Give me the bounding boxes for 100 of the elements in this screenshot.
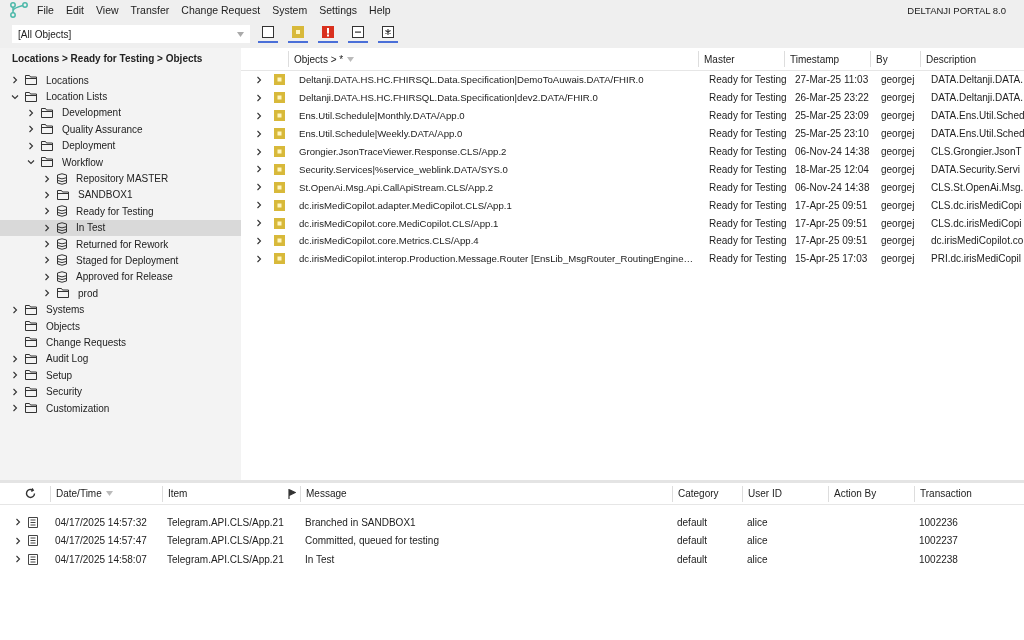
tree-item[interactable]: Deployment <box>0 137 241 154</box>
chevron-right-icon[interactable] <box>43 272 51 281</box>
column-header[interactable]: User ID <box>742 485 828 502</box>
table-cell-text: DATA.Ens.Util.Sched <box>930 110 1024 122</box>
column-header[interactable]: Master <box>698 51 784 67</box>
database-icon <box>57 254 67 267</box>
object-icon <box>274 253 285 265</box>
tree-item[interactable]: Quality Assurance <box>0 121 241 138</box>
tree-item[interactable]: Locations <box>0 72 241 89</box>
dropdown-caret-icon <box>237 31 244 37</box>
tree-item[interactable]: Workflow <box>0 153 241 171</box>
menu-item[interactable]: View <box>96 4 119 16</box>
menu-item[interactable]: Settings <box>319 4 358 16</box>
refresh-icon[interactable] <box>25 488 36 499</box>
flag-icon[interactable] <box>288 488 296 499</box>
tree-item[interactable]: Customization <box>0 399 241 417</box>
table-cell-text: Ens.Util.Schedule|Monthly.DATA/App.0 <box>298 110 466 122</box>
chevron-right-icon[interactable] <box>11 354 19 363</box>
chevron-down-icon[interactable] <box>27 158 35 167</box>
chevron-right-icon[interactable] <box>11 387 19 396</box>
tree-item[interactable]: Objects <box>0 317 241 335</box>
chevron-right-icon[interactable] <box>43 256 51 265</box>
database-icon <box>57 172 67 185</box>
tree-item[interactable]: Approved for Release <box>0 268 241 286</box>
folder-icon <box>25 370 37 381</box>
column-header[interactable]: Category <box>672 485 742 502</box>
alert-square-icon <box>322 26 334 38</box>
scope-select[interactable]: [All Objects] <box>12 25 250 43</box>
table-cell-text: georgej <box>880 181 916 193</box>
chevron-right-icon[interactable] <box>43 240 51 249</box>
folder-icon <box>25 321 37 332</box>
folder-icon <box>25 337 37 348</box>
table-cell-text: georgej <box>880 217 916 229</box>
table-cell-text: Ready for Testing <box>708 235 788 247</box>
column-header[interactable]: Timestamp <box>784 51 870 67</box>
table-cell-text: Deltanji.DATA.HS.HC.FHIRSQL.Data.Specification|DemoToAuwais.DATA/FHIR.0 <box>298 74 645 86</box>
column-header[interactable]: Action By <box>828 485 914 502</box>
menu-item[interactable]: File <box>37 4 54 16</box>
chevron-right-icon[interactable] <box>11 404 19 412</box>
chevron-right-icon[interactable] <box>43 174 51 183</box>
filter-button[interactable] <box>348 25 368 43</box>
table-cell-text: Ready for Testing <box>708 146 788 157</box>
menu-item[interactable]: Help <box>369 4 391 16</box>
tree-item[interactable]: Location Lists <box>0 88 241 105</box>
chevron-right-icon[interactable] <box>11 371 19 380</box>
chevron-right-icon[interactable] <box>43 223 51 232</box>
chevron-down-icon[interactable] <box>11 92 19 101</box>
filter-button[interactable] <box>378 25 398 43</box>
tree-item[interactable]: Systems <box>0 301 241 318</box>
chevron-right-icon[interactable] <box>11 76 19 85</box>
tree-item[interactable]: Audit Log <box>0 350 241 368</box>
chevron-right-icon[interactable] <box>14 555 22 564</box>
table-cell: Committed, queued for testing <box>305 535 439 547</box>
chevron-right-icon[interactable] <box>43 190 51 199</box>
table-cell-text: georgej <box>880 128 916 140</box>
tree-item[interactable]: Returned for Rework <box>0 235 241 253</box>
tree-item[interactable]: Repository MASTER <box>0 170 241 187</box>
filter-button[interactable] <box>258 25 278 43</box>
table-cell-text: 25-Mar-25 23:09 <box>794 110 870 122</box>
column-header[interactable]: Description <box>920 51 1024 67</box>
chevron-right-icon[interactable] <box>27 125 35 134</box>
chevron-right-icon[interactable] <box>27 141 35 150</box>
table-cell-text: Ready for Testing <box>708 128 788 140</box>
menu-item[interactable]: Edit <box>65 4 84 16</box>
table-cell-text: CLS.Grongier.JsonT <box>930 146 1023 157</box>
chevron-right-icon[interactable] <box>43 289 51 298</box>
tree-item[interactable]: Setup <box>0 367 241 384</box>
menu-item[interactable]: Change Request <box>181 4 261 16</box>
table-cell-text: georgej <box>880 235 916 247</box>
minus-square-icon <box>352 26 364 38</box>
tree-item[interactable]: Security <box>0 383 241 400</box>
tree-item[interactable]: In Test <box>0 219 241 236</box>
column-header[interactable]: Transaction <box>914 485 1014 502</box>
column-header[interactable]: Date/Time <box>50 485 162 502</box>
column-header[interactable]: Objects > * <box>288 51 698 67</box>
tree-item[interactable]: Ready for Testing <box>0 203 241 220</box>
table-cell: default <box>677 535 708 547</box>
chevron-right-icon[interactable] <box>11 305 19 314</box>
tree-item[interactable]: prod <box>0 285 241 302</box>
app-title: DELTANJI PORTAL 8.0 <box>907 4 1006 16</box>
column-header[interactable]: By <box>870 51 920 67</box>
chevron-right-icon[interactable] <box>27 108 35 117</box>
table-cell-text: 26-Mar-25 23:22 <box>794 92 870 104</box>
menu-item[interactable]: System <box>272 4 308 16</box>
table-cell-text: georgej <box>880 74 916 86</box>
table-cell-text: 18-Mar-25 12:04 <box>794 163 870 175</box>
tree-item[interactable]: Change Requests <box>0 334 241 351</box>
table-cell: default <box>677 516 708 528</box>
database-icon <box>57 238 67 251</box>
table-cell-text: Grongier.JsonTraceViewer.Response.CLS/App.2 <box>298 146 508 157</box>
folder-icon <box>25 304 37 315</box>
tree-item[interactable]: Staged for Deployment <box>0 252 241 269</box>
folder-icon <box>25 386 37 397</box>
tree-item[interactable]: Development <box>0 104 241 122</box>
table-cell-text: 17-Apr-25 09:51 <box>794 199 869 211</box>
database-icon <box>57 270 67 283</box>
tree-item[interactable]: SANDBOX1 <box>0 186 241 204</box>
chevron-right-icon[interactable] <box>43 207 51 216</box>
column-header[interactable]: Message <box>300 485 672 502</box>
menu-item[interactable]: Transfer <box>130 4 170 16</box>
